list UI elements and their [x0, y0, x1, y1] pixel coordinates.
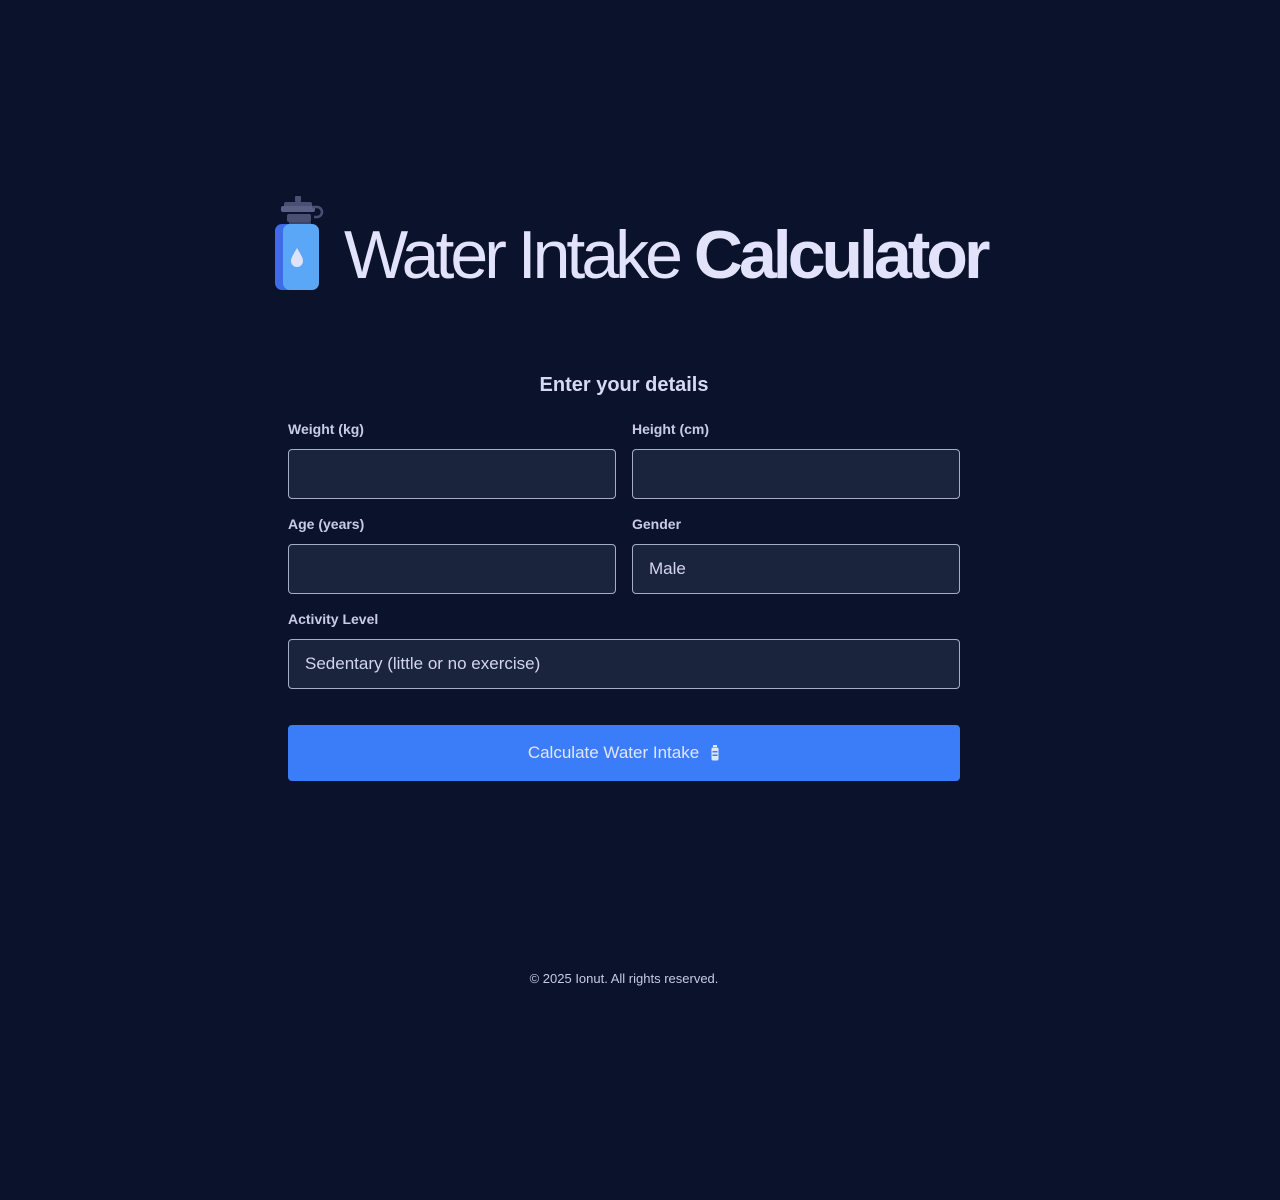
title-bold: Calculator: [693, 217, 991, 293]
gender-label: Gender: [632, 516, 682, 532]
footer-copyright: © 2025 Ionut. All rights reserved.: [529, 971, 719, 986]
water-bottle-icon: [275, 196, 324, 290]
title-light: Water Intake: [344, 217, 683, 293]
details-form: Enter your details Weight (kg) Height (c…: [288, 370, 960, 781]
form-row-1: Weight (kg) Height (cm): [288, 420, 960, 499]
water-bottle-icon: [711, 745, 719, 761]
gender-select[interactable]: Male: [632, 544, 960, 594]
gender-field-group: Gender Male: [632, 515, 960, 594]
calculate-button[interactable]: Calculate Water Intake: [288, 725, 960, 781]
age-label: Age (years): [288, 516, 365, 532]
age-field-group: Age (years): [288, 515, 616, 594]
weight-label: Weight (kg): [288, 421, 364, 437]
height-label: Height (cm): [632, 421, 709, 437]
activity-label: Activity Level: [288, 611, 379, 627]
weight-input[interactable]: [288, 449, 616, 499]
height-field-group: Height (cm): [632, 420, 960, 499]
form-row-2: Age (years) Gender Male: [288, 515, 960, 594]
form-row-3: Activity Level Sedentary (little or no e…: [288, 610, 960, 689]
activity-field-group: Activity Level Sedentary (little or no e…: [288, 610, 960, 689]
form-title: Enter your details: [539, 374, 709, 396]
weight-field-group: Weight (kg): [288, 420, 616, 499]
age-input[interactable]: [288, 544, 616, 594]
page-title: Water Intake Calculator: [344, 221, 990, 289]
activity-select[interactable]: Sedentary (little or no exercise): [288, 639, 960, 689]
page-header: Water Intake Calculator: [272, 194, 990, 294]
height-input[interactable]: [632, 449, 960, 499]
calculate-button-label: Calculate Water Intake: [527, 743, 700, 762]
